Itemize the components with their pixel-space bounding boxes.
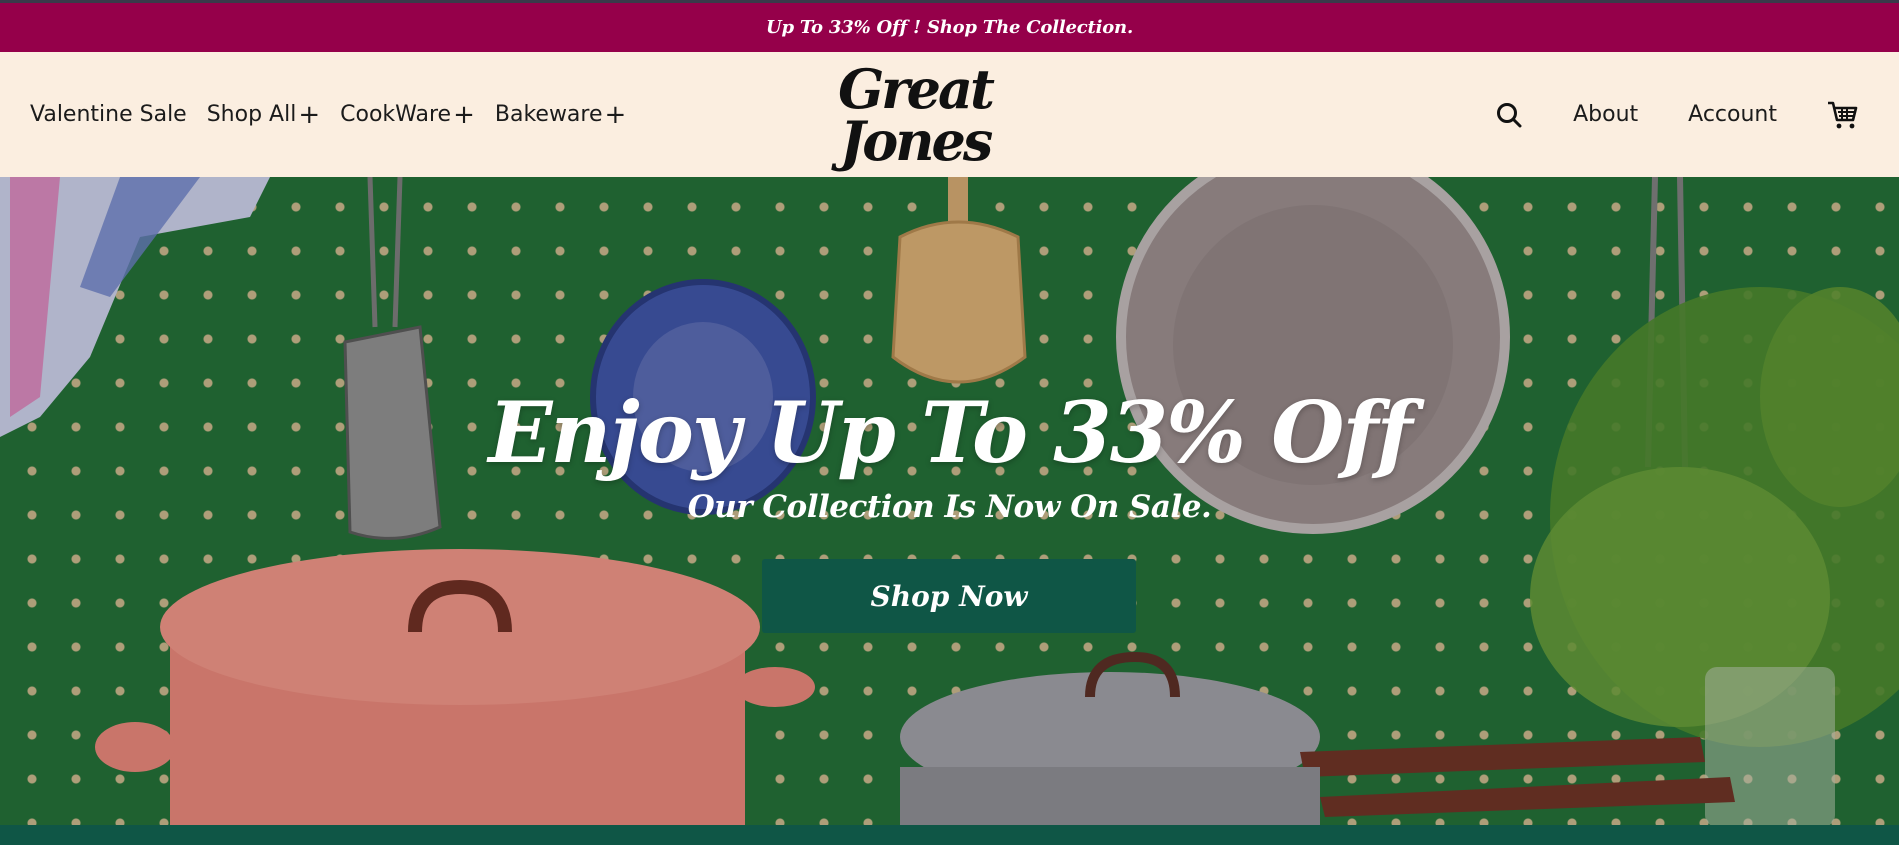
account-link[interactable]: Account bbox=[1688, 102, 1777, 127]
logo-line-2: Jones bbox=[839, 109, 994, 173]
next-section-edge bbox=[0, 825, 1899, 845]
site-header: Valentine Sale Shop All + CookWare + Bak… bbox=[0, 52, 1899, 177]
announcement-text[interactable]: Up To 33% Off ! Shop The Collection. bbox=[766, 17, 1133, 38]
logo-line-1: Great bbox=[838, 57, 995, 121]
about-link[interactable]: About bbox=[1573, 102, 1638, 127]
nav-bakeware[interactable]: Bakeware + bbox=[495, 102, 626, 128]
announcement-bar[interactable]: Up To 33% Off ! Shop The Collection. bbox=[0, 0, 1899, 52]
plus-icon: + bbox=[453, 99, 475, 130]
nav-shop-all-label: Shop All bbox=[206, 102, 297, 127]
nav-valentine-sale[interactable]: Valentine Sale bbox=[30, 102, 187, 127]
hero-banner: Enjoy Up To 33% Off Our Collection Is No… bbox=[0, 177, 1899, 825]
hero-subtitle: Our Collection Is Now On Sale. bbox=[687, 489, 1212, 525]
nav-cookware[interactable]: CookWare + bbox=[340, 102, 475, 128]
shop-now-button[interactable]: Shop Now bbox=[762, 559, 1136, 633]
primary-nav: Valentine Sale Shop All + CookWare + Bak… bbox=[30, 52, 646, 177]
hero-title: Enjoy Up To 33% Off bbox=[488, 383, 1412, 483]
nav-cookware-label: CookWare bbox=[340, 102, 452, 127]
great-jones-logo[interactable]: Great Jones bbox=[820, 56, 1010, 174]
search-icon[interactable] bbox=[1495, 101, 1523, 129]
plus-icon: + bbox=[298, 99, 321, 130]
nav-bakeware-label: Bakeware bbox=[494, 102, 603, 127]
nav-shop-all[interactable]: Shop All + bbox=[207, 102, 320, 128]
nav-valentine-sale-label: Valentine Sale bbox=[30, 102, 187, 127]
cart-icon[interactable] bbox=[1827, 100, 1859, 130]
plus-icon: + bbox=[604, 99, 627, 130]
utility-nav: About Account bbox=[1495, 52, 1859, 177]
